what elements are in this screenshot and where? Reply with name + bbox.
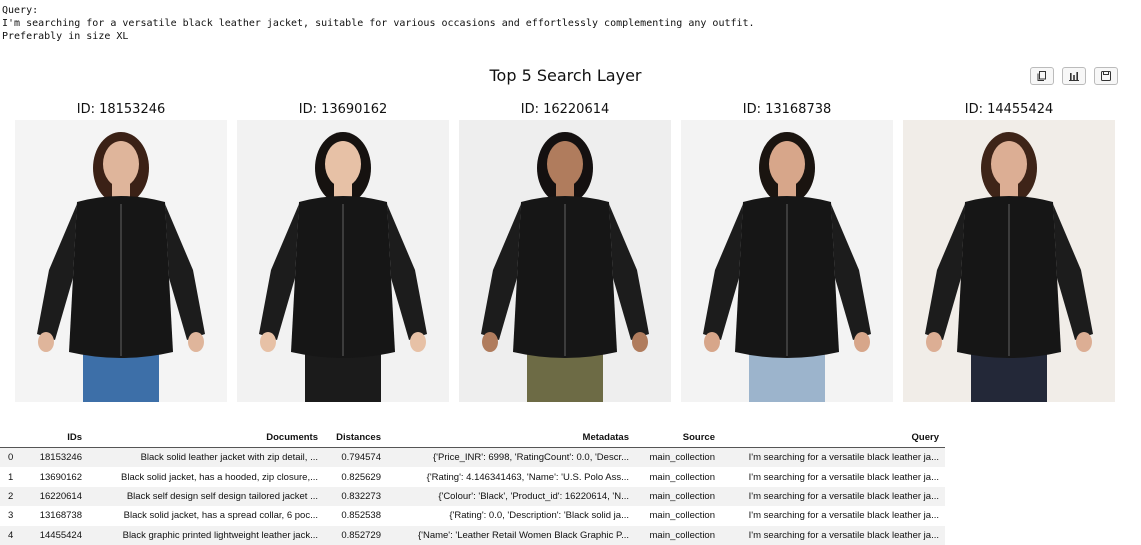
cell-distance: 0.852538 bbox=[341, 510, 381, 522]
cell-id: 14455424 bbox=[26, 525, 88, 545]
col-distances: Distances bbox=[324, 428, 387, 448]
model-hand-left bbox=[260, 332, 276, 352]
col-ids: IDs bbox=[26, 428, 88, 448]
product-photo[interactable] bbox=[903, 120, 1115, 402]
result-card[interactable]: ID: 13690162 bbox=[237, 100, 449, 402]
row-index: 2 bbox=[0, 486, 26, 507]
col-documents: Documents bbox=[88, 428, 324, 448]
table-row: 4 14455424 Black graphic printed lightwe… bbox=[0, 525, 945, 545]
cell-metadata: {'Colour': 'Black', 'Product_id': 162206… bbox=[387, 486, 635, 507]
result-card[interactable]: ID: 14455424 bbox=[903, 100, 1115, 402]
model-hand-right bbox=[410, 332, 426, 352]
cell-document: Black solid jacket, has a spread collar,… bbox=[123, 510, 318, 522]
cell-id: 13690162 bbox=[39, 471, 82, 483]
bar-chart-icon bbox=[1069, 72, 1079, 81]
model-hand-left bbox=[482, 332, 498, 352]
row-index: 4 bbox=[0, 525, 26, 545]
product-photo[interactable] bbox=[459, 120, 671, 402]
row-index: 3 bbox=[8, 510, 14, 522]
cell-distance: 0.852729 bbox=[324, 525, 387, 545]
model-face bbox=[991, 141, 1027, 187]
cell-document: Black graphic printed lightweight leathe… bbox=[88, 525, 324, 545]
cell-source: main_collection bbox=[635, 486, 721, 507]
result-id: ID: 13690162 bbox=[298, 102, 388, 117]
cell-query: I'm searching for a versatile black leat… bbox=[748, 471, 939, 483]
cell-metadata: {'Name': 'Leather Retail Women Black Gra… bbox=[387, 525, 635, 545]
save-button[interactable] bbox=[1094, 67, 1118, 85]
cell-metadata: {'Rating': 4.146341463, 'Name': 'U.S. Po… bbox=[426, 471, 629, 483]
result-card[interactable]: ID: 16220614 bbox=[459, 100, 671, 402]
cell-distance: 0.794574 bbox=[324, 447, 387, 468]
model-hand-right bbox=[632, 332, 648, 352]
result-id: ID: 16220614 bbox=[520, 102, 610, 117]
model-face bbox=[103, 141, 139, 187]
product-photo[interactable] bbox=[237, 120, 449, 402]
cell-document: Black self design self design tailored j… bbox=[88, 486, 324, 507]
row-index: 1 bbox=[8, 471, 14, 483]
result-id: ID: 18153246 bbox=[76, 102, 166, 117]
model-hand-left bbox=[38, 332, 54, 352]
query-text: Query: I'm searching for a versatile blac… bbox=[2, 4, 755, 43]
cell-metadata: {'Price_INR': 6998, 'RatingCount': 0.0, … bbox=[387, 447, 635, 468]
cell-source: main_collection bbox=[649, 510, 715, 522]
cell-distance: 0.825629 bbox=[341, 471, 381, 483]
result-id: ID: 14455424 bbox=[964, 102, 1054, 117]
cell-source: main_collection bbox=[635, 447, 721, 468]
product-photo[interactable] bbox=[681, 120, 893, 402]
cell-id: 16220614 bbox=[26, 486, 88, 507]
table-header-row: IDs Documents Distances Metadatas Source… bbox=[0, 428, 945, 448]
result-gallery: ID: 18153246 ID: 13690162 ID: 16220614 I… bbox=[15, 100, 1115, 404]
col-query: Query bbox=[721, 428, 945, 448]
cell-source: main_collection bbox=[649, 471, 715, 483]
model-face bbox=[547, 141, 583, 187]
cell-source: main_collection bbox=[635, 525, 721, 545]
cell-query: I'm searching for a versatile black leat… bbox=[748, 510, 939, 522]
col-index bbox=[0, 428, 26, 448]
model-face bbox=[325, 141, 361, 187]
query-label: Query: bbox=[2, 5, 39, 16]
model-face bbox=[769, 141, 805, 187]
copy-button[interactable] bbox=[1030, 67, 1054, 85]
figure-toolbar bbox=[1030, 67, 1118, 85]
model-hand-right bbox=[1076, 332, 1092, 352]
cell-id: 13168738 bbox=[39, 510, 82, 522]
row-index: 0 bbox=[0, 447, 26, 468]
table-row: 1 13690162 Black solid jacket, has a hoo… bbox=[0, 467, 945, 486]
model-hand-left bbox=[704, 332, 720, 352]
results-table: IDs Documents Distances Metadatas Source… bbox=[0, 428, 945, 545]
figure-title: Top 5 Search Layer bbox=[489, 66, 642, 85]
table-row: 2 16220614 Black self design self design… bbox=[0, 486, 945, 507]
cell-query: I'm searching for a versatile black leat… bbox=[721, 486, 945, 507]
col-metadatas: Metadatas bbox=[387, 428, 635, 448]
result-card[interactable]: ID: 18153246 bbox=[15, 100, 227, 402]
cell-query: I'm searching for a versatile black leat… bbox=[721, 525, 945, 545]
table-row: 0 18153246 Black solid leather jacket wi… bbox=[0, 447, 945, 468]
result-card[interactable]: ID: 13168738 bbox=[681, 100, 893, 402]
cell-document: Black solid leather jacket with zip deta… bbox=[88, 447, 324, 468]
chart-button[interactable] bbox=[1062, 67, 1086, 85]
table-row: 3 13168738 Black solid jacket, has a spr… bbox=[0, 506, 945, 525]
model-hand-right bbox=[854, 332, 870, 352]
cell-id: 18153246 bbox=[26, 447, 88, 468]
cell-distance: 0.832273 bbox=[324, 486, 387, 507]
query-line-2: Preferably in size XL bbox=[2, 31, 129, 42]
cell-query: I'm searching for a versatile black leat… bbox=[721, 447, 945, 468]
cell-document: Black solid jacket, has a hooded, zip cl… bbox=[121, 471, 318, 483]
model-hand-right bbox=[188, 332, 204, 352]
save-icon bbox=[1101, 71, 1111, 81]
query-line-1: I'm searching for a versatile black leat… bbox=[2, 18, 755, 29]
col-source: Source bbox=[635, 428, 721, 448]
copy-icon bbox=[1037, 71, 1046, 81]
result-id: ID: 13168738 bbox=[742, 102, 832, 117]
model-hand-left bbox=[926, 332, 942, 352]
cell-metadata: {'Rating': 0.0, 'Description': 'Black so… bbox=[449, 510, 629, 522]
product-photo[interactable] bbox=[15, 120, 227, 402]
